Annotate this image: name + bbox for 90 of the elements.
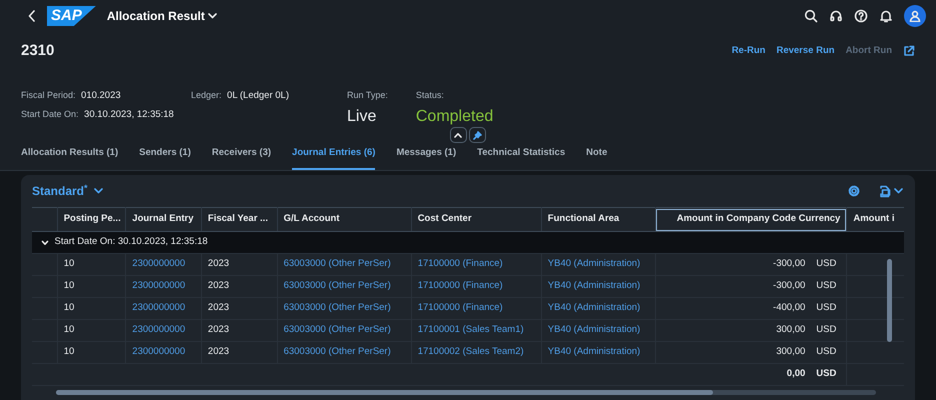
chevron-up-icon — [454, 132, 462, 138]
link[interactable]: YB40 (Administration) — [541, 298, 656, 320]
search-icon[interactable] — [804, 9, 818, 23]
variant-selector[interactable]: Standard$^{*}$ — [32, 182, 103, 200]
group-header: Start Date On: 30.10.2023, 12:35:18 — [54, 235, 208, 250]
action-link[interactable]: Re-Run — [732, 44, 766, 58]
bell-icon[interactable] — [879, 9, 893, 23]
tab[interactable]: Allocation Results (1) — [21, 146, 118, 170]
amount-value: -300,00 — [773, 279, 806, 294]
link[interactable]: 2300000000 — [126, 254, 202, 276]
table-cell: 10 — [57, 254, 126, 276]
link[interactable]: 63003000 (Other PerSer) — [277, 276, 412, 298]
horizontal-scrollbar[interactable] — [56, 390, 713, 395]
link[interactable]: YB40 (Administration) — [541, 342, 656, 364]
tab[interactable]: Note — [586, 146, 608, 170]
chevron-down-icon — [894, 188, 903, 194]
field-label: Start Date On: — [21, 108, 79, 122]
tab[interactable]: Technical Statistics — [477, 146, 566, 170]
tab[interactable]: Receivers (3) — [212, 146, 272, 170]
currency-code: USD — [816, 323, 836, 338]
field-value: 30.10.2023, 12:35:18 — [84, 108, 174, 122]
vertical-scrollbar[interactable] — [887, 259, 892, 342]
column-header[interactable]: Cost Center — [411, 208, 542, 232]
column-header[interactable]: Functional Area — [541, 208, 656, 232]
link[interactable]: 2300000000 — [126, 276, 202, 298]
tab[interactable]: Senders (1) — [139, 146, 191, 170]
link[interactable]: YB40 (Administration) — [541, 254, 656, 276]
link[interactable]: 2300000000 — [126, 320, 202, 342]
help-icon[interactable] — [854, 9, 868, 23]
export-button[interactable] — [878, 184, 903, 198]
link[interactable]: 17100001 (Sales Team1) — [411, 320, 542, 342]
kpi-value: Live — [347, 107, 378, 127]
pin-icon — [473, 130, 482, 140]
currency-code: USD — [816, 279, 836, 294]
chevron-down-icon — [208, 13, 217, 19]
currency-code: USD — [816, 367, 836, 382]
chevron-down-icon — [94, 188, 103, 194]
table-cell: 2023 — [201, 298, 278, 320]
table-cell: 2023 — [201, 276, 278, 298]
field-label: Run Type: — [347, 88, 388, 102]
kpi-value: Completed — [416, 107, 494, 127]
share-icon[interactable] — [903, 45, 915, 58]
amount-value: 300,00 — [776, 323, 806, 338]
field-label: Fiscal Period: — [21, 88, 76, 102]
link[interactable]: YB40 (Administration) — [541, 320, 656, 342]
chevron-down-icon[interactable] — [41, 240, 49, 246]
table-cell: 2023 — [201, 320, 278, 342]
table-cell: 10 — [57, 320, 126, 342]
collapse-header-button[interactable] — [450, 127, 467, 143]
pin-header-button[interactable] — [469, 127, 486, 143]
field-label: Ledger: — [191, 88, 222, 102]
tab[interactable]: Messages (1) — [396, 146, 456, 170]
table-cell: 2023 — [201, 342, 278, 364]
person-icon — [909, 10, 921, 22]
headset-icon[interactable] — [829, 9, 843, 23]
field-value: 0L (Ledger 0L) — [227, 88, 289, 102]
table-cell: 10 — [57, 276, 126, 298]
link[interactable]: 63003000 (Other PerSer) — [277, 320, 412, 342]
link[interactable]: YB40 (Administration) — [541, 276, 656, 298]
object-title: 2310 — [21, 41, 54, 61]
amount-value: 300,00 — [776, 345, 806, 360]
link[interactable]: 17100000 (Finance) — [411, 298, 542, 320]
link[interactable]: 63003000 (Other PerSer) — [277, 298, 412, 320]
link[interactable]: 17100002 (Sales Team2) — [411, 342, 542, 364]
currency-code: USD — [816, 301, 836, 316]
link[interactable]: 63003000 (Other PerSer) — [277, 254, 412, 276]
total-amount: 0,00 — [786, 367, 806, 382]
sap-logo[interactable]: SAP — [47, 6, 96, 26]
back-icon[interactable] — [28, 10, 36, 22]
table-cell: 10 — [57, 342, 126, 364]
link[interactable]: 2300000000 — [126, 298, 202, 320]
column-header[interactable]: G/L Account — [277, 208, 412, 232]
currency-code: USD — [816, 345, 836, 360]
field-label: Status: — [416, 88, 445, 102]
column-header[interactable]: Amount in Company Code Currency — [655, 208, 847, 232]
field-value: 010.2023 — [81, 88, 121, 102]
currency-code: USD — [816, 257, 836, 272]
action-link[interactable]: Reverse Run — [776, 44, 835, 58]
app-title-menu[interactable]: Allocation Result — [106, 7, 217, 25]
avatar[interactable] — [904, 5, 926, 27]
link[interactable]: 17100000 (Finance) — [411, 276, 542, 298]
export-icon — [878, 184, 892, 198]
link[interactable]: 2300000000 — [126, 342, 202, 364]
link[interactable]: 17100000 (Finance) — [411, 254, 542, 276]
table-cell: 2023 — [201, 254, 278, 276]
amount-value: -300,00 — [773, 257, 806, 272]
action-link: Abort Run — [846, 44, 892, 58]
amount-value: -400,00 — [773, 301, 806, 316]
link[interactable]: 63003000 (Other PerSer) — [277, 342, 412, 364]
table-cell: 10 — [57, 298, 126, 320]
